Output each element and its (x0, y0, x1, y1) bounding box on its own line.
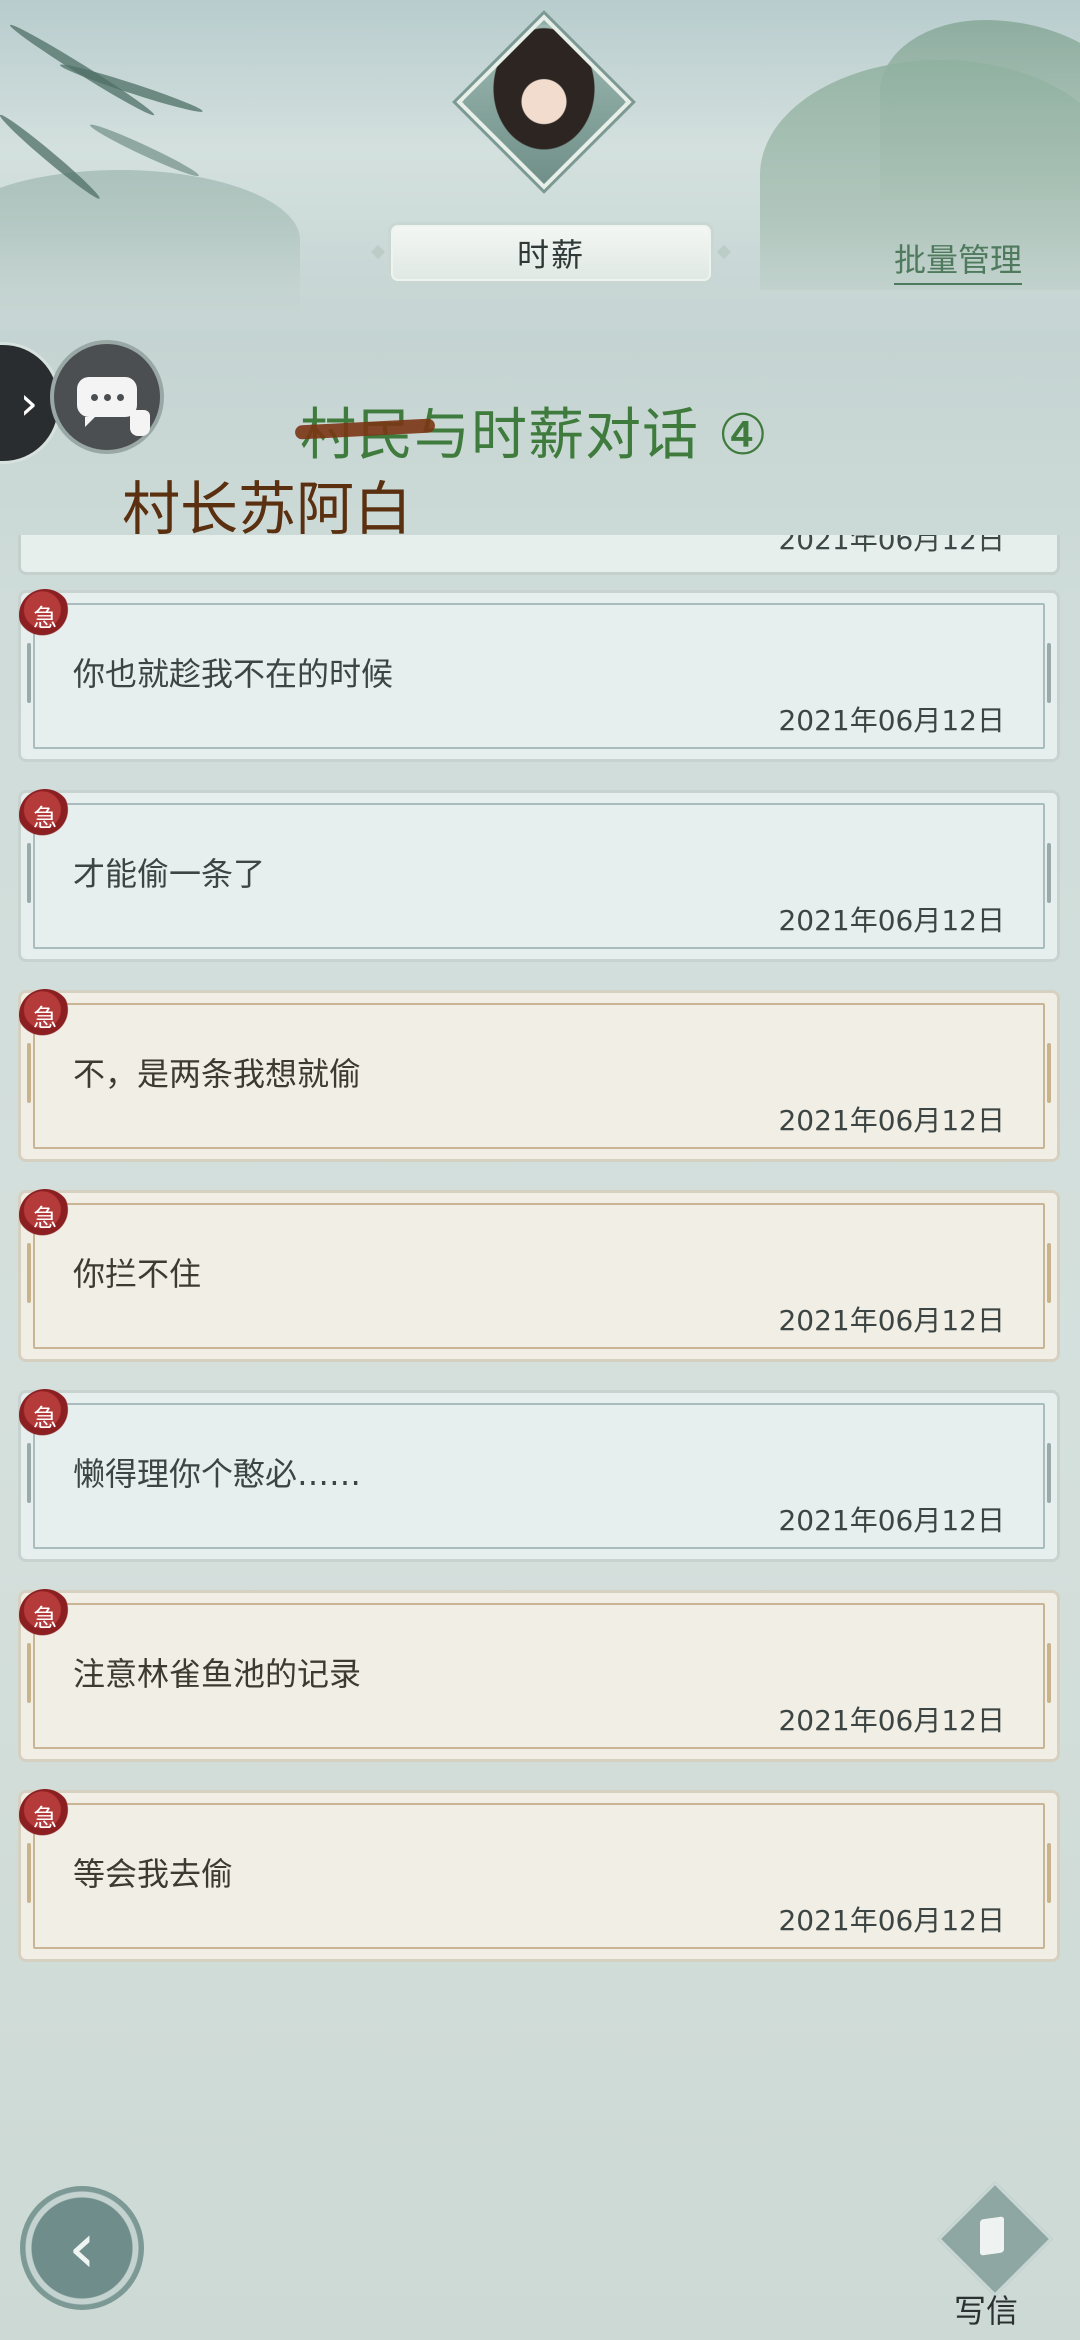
write-letter-label: 写信 (954, 2292, 1019, 2330)
message-card[interactable]: 急 才能偷一条了 2021年06月12日 (18, 789, 1060, 962)
page-title: 时薪 (388, 222, 714, 284)
message-date: 2021年06月12日 (778, 1704, 1005, 1737)
urgent-seal-icon: 急 (19, 789, 71, 841)
message-text: 注意林雀鱼池的记录 (73, 1655, 362, 1693)
back-arrow-icon: ‹ (68, 2207, 96, 2289)
chat-float-button[interactable] (50, 340, 164, 454)
message-card[interactable]: 急 注意林雀鱼池的记录 2021年06月12日 (18, 1589, 1060, 1762)
back-button[interactable]: ‹ (20, 2186, 144, 2310)
message-card[interactable]: 急 等会我去偷 2021年06月12日 (18, 1789, 1060, 1962)
message-date: 2021年06月12日 (778, 535, 1005, 556)
message-card[interactable]: 急 你拦不住 2021年06月12日 (18, 1189, 1060, 1362)
bamboo-leaf (58, 60, 205, 117)
chat-bubble-icon (77, 377, 137, 427)
bottle-icon (130, 410, 150, 436)
message-text: 等会我去偷 (73, 1855, 234, 1893)
batch-manage-button[interactable]: 批量管理 (894, 235, 1023, 285)
message-card-partial[interactable]: 2021年06月12日 (18, 535, 1060, 575)
message-text: 你也就趁我不在的时候 (73, 655, 394, 693)
message-date: 2021年06月12日 (778, 704, 1005, 737)
message-date: 2021年06月12日 (778, 1104, 1005, 1137)
write-letter-button[interactable]: 写信 (932, 2181, 1053, 2330)
message-card[interactable]: 急 懒得理你个憨必…… 2021年06月12日 (18, 1389, 1060, 1562)
urgent-seal-icon: 急 (19, 1389, 71, 1441)
urgent-seal-icon: 急 (19, 1189, 71, 1241)
urgent-seal-icon: 急 (19, 589, 71, 641)
message-card[interactable]: 急 你也就趁我不在的时候 2021年06月12日 (18, 589, 1060, 762)
urgent-seal-icon: 急 (19, 989, 71, 1041)
overlay-name-label: 村长苏阿白 (122, 475, 413, 543)
letter-paper-icon (980, 2216, 1004, 2256)
message-text: 你拦不住 (73, 1255, 202, 1293)
message-date: 2021年06月12日 (778, 1904, 1005, 1937)
urgent-seal-icon: 急 (19, 1589, 71, 1641)
message-card[interactable]: 急 不，是两条我想就偷 2021年06月12日 (18, 989, 1060, 1162)
message-date: 2021年06月12日 (778, 1304, 1005, 1337)
message-date: 2021年06月12日 (778, 904, 1005, 937)
message-text: 懒得理你个憨必…… (73, 1455, 362, 1493)
message-list[interactable]: 2021年06月12日 急 你也就趁我不在的时候 2021年06月12日 急 才… (0, 535, 1080, 1975)
chevron-right-icon: › (19, 376, 39, 430)
message-text: 不，是两条我想就偷 (73, 1055, 362, 1093)
message-text: 才能偷一条了 (73, 855, 266, 893)
message-date: 2021年06月12日 (778, 1504, 1005, 1537)
urgent-seal-icon: 急 (19, 1789, 71, 1841)
